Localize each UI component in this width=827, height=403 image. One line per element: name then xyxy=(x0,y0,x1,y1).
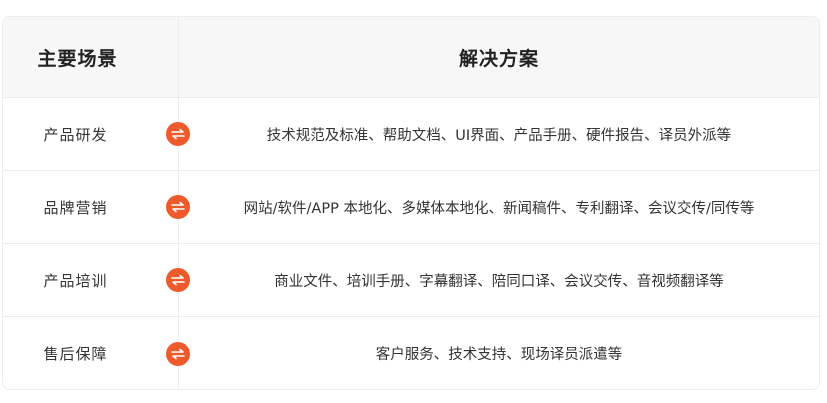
scene-cell: 产品研发 xyxy=(3,98,190,170)
table-row: 产品研发 技术规范及标准、帮助文档、UI界面、产品手册、硬件报告、译员外派等 xyxy=(3,98,819,171)
scene-label: 品牌营销 xyxy=(43,198,108,217)
scene-label: 产品培训 xyxy=(43,271,108,290)
header-scene-label: 主要场景 xyxy=(37,47,118,70)
solution-cell: 网站/软件/APP 本地化、多媒体本地化、新闻稿件、专利翻译、会议交传/同传等 xyxy=(179,171,819,243)
header-solution-label: 解决方案 xyxy=(458,47,539,70)
swap-arrows-icon xyxy=(166,122,190,146)
swap-arrows-icon xyxy=(166,268,190,292)
table-row: 品牌营销 网站/软件/APP 本地化、多媒体本地化、新闻稿件、专利翻译、会议交传… xyxy=(3,171,819,244)
table-row: 产品培训 商业文件、培训手册、字幕翻译、陪同口译、会议交传、音视频翻译等 xyxy=(3,244,819,317)
header-solution-cell: 解决方案 xyxy=(179,17,819,97)
swap-arrows-icon xyxy=(166,195,190,219)
solution-cell: 技术规范及标准、帮助文档、UI界面、产品手册、硬件报告、译员外派等 xyxy=(179,98,819,170)
header-scene-cell: 主要场景 xyxy=(3,17,179,97)
scene-cell: 产品培训 xyxy=(3,244,190,316)
solution-text: 网站/软件/APP 本地化、多媒体本地化、新闻稿件、专利翻译、会议交传/同传等 xyxy=(243,200,755,217)
scene-label: 产品研发 xyxy=(43,125,108,144)
table-row: 售后保障 客户服务、技术支持、现场译员派遣等 xyxy=(3,317,819,389)
scenario-table: 主要场景 解决方案 产品研发 技术规范及标准、帮助文档、UI界面、产品手册、硬件… xyxy=(2,16,820,390)
solution-text: 客户服务、技术支持、现场译员派遣等 xyxy=(375,347,623,363)
solution-cell: 商业文件、培训手册、字幕翻译、陪同口译、会议交传、音视频翻译等 xyxy=(179,244,819,316)
solution-text: 商业文件、培训手册、字幕翻译、陪同口译、会议交传、音视频翻译等 xyxy=(274,273,724,290)
scene-label: 售后保障 xyxy=(43,345,108,363)
swap-arrows-icon xyxy=(166,341,190,366)
solution-cell: 客户服务、技术支持、现场译员派遣等 xyxy=(179,317,819,389)
table-header-row: 主要场景 解决方案 xyxy=(3,17,819,98)
solution-text: 技术规范及标准、帮助文档、UI界面、产品手册、硬件报告、译员外派等 xyxy=(266,127,732,144)
scene-cell: 品牌营销 xyxy=(3,171,190,243)
scene-cell: 售后保障 xyxy=(3,317,190,389)
